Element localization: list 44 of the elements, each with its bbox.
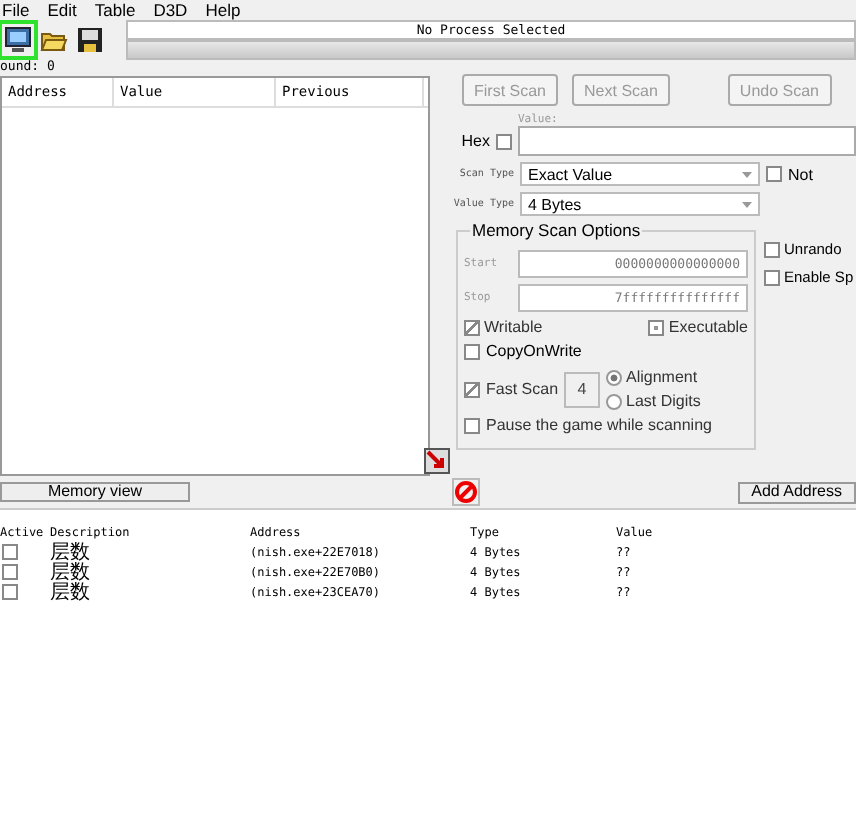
stop-icon[interactable] [452, 478, 480, 506]
checkbox-label: Writable [484, 318, 543, 336]
checkbox[interactable] [648, 319, 665, 335]
menu-item[interactable]: Table [94, 0, 136, 20]
checkbox[interactable] [764, 241, 780, 257]
checkbox-label: Executable [668, 318, 748, 336]
radio-label: Alignment [626, 368, 698, 386]
active-checkbox[interactable] [2, 584, 18, 600]
save-icon[interactable] [74, 24, 106, 56]
checkbox[interactable] [764, 269, 780, 285]
table-cell-text: 层数 [50, 581, 92, 606]
scan-type-dropdown[interactable]: Exact Value [520, 162, 760, 186]
pause-label: Pause the game while scanning [486, 416, 712, 434]
pause-checkbox[interactable] [464, 417, 480, 433]
radio-button[interactable] [606, 369, 623, 385]
arrow-icon[interactable] [424, 448, 450, 474]
computer-icon[interactable] [2, 24, 34, 56]
alignment-field[interactable]: 4 [564, 371, 601, 407]
radio-button[interactable] [606, 393, 623, 409]
hex-label: Hex [459, 132, 490, 150]
not-label: Not [788, 165, 813, 183]
checkbox[interactable] [464, 319, 480, 335]
menu-item[interactable]: File [2, 0, 30, 20]
value-field[interactable] [518, 126, 856, 156]
value-type-dropdown[interactable]: 4 Bytes [520, 192, 760, 216]
copy-on-write-checkbox[interactable] [464, 343, 480, 359]
caret-icon [742, 201, 752, 207]
table-cell-text: 层数 [50, 540, 92, 564]
fast-scan-checkbox[interactable] [464, 381, 480, 397]
table-cell-text: 层数 [50, 561, 92, 584]
active-checkbox[interactable] [2, 544, 18, 560]
menu-item[interactable]: Edit [47, 0, 77, 20]
add-address-button[interactable]: Add Address [737, 481, 856, 503]
fast-scan-label: Fast Scan [486, 380, 559, 398]
hex-checkbox[interactable] [496, 133, 512, 149]
radio-label: Last Digits [626, 392, 701, 410]
copy-on-write-label: CopyOnWrite [486, 342, 582, 360]
active-checkbox[interactable] [2, 564, 18, 580]
group-title: Memory Scan Options [470, 220, 643, 240]
menu-item[interactable]: D3D [153, 0, 188, 20]
menu-item[interactable]: Help [205, 0, 241, 20]
not-checkbox[interactable] [766, 166, 782, 182]
memory-view-button[interactable]: Memory view [0, 482, 190, 502]
caret-icon [742, 171, 752, 177]
